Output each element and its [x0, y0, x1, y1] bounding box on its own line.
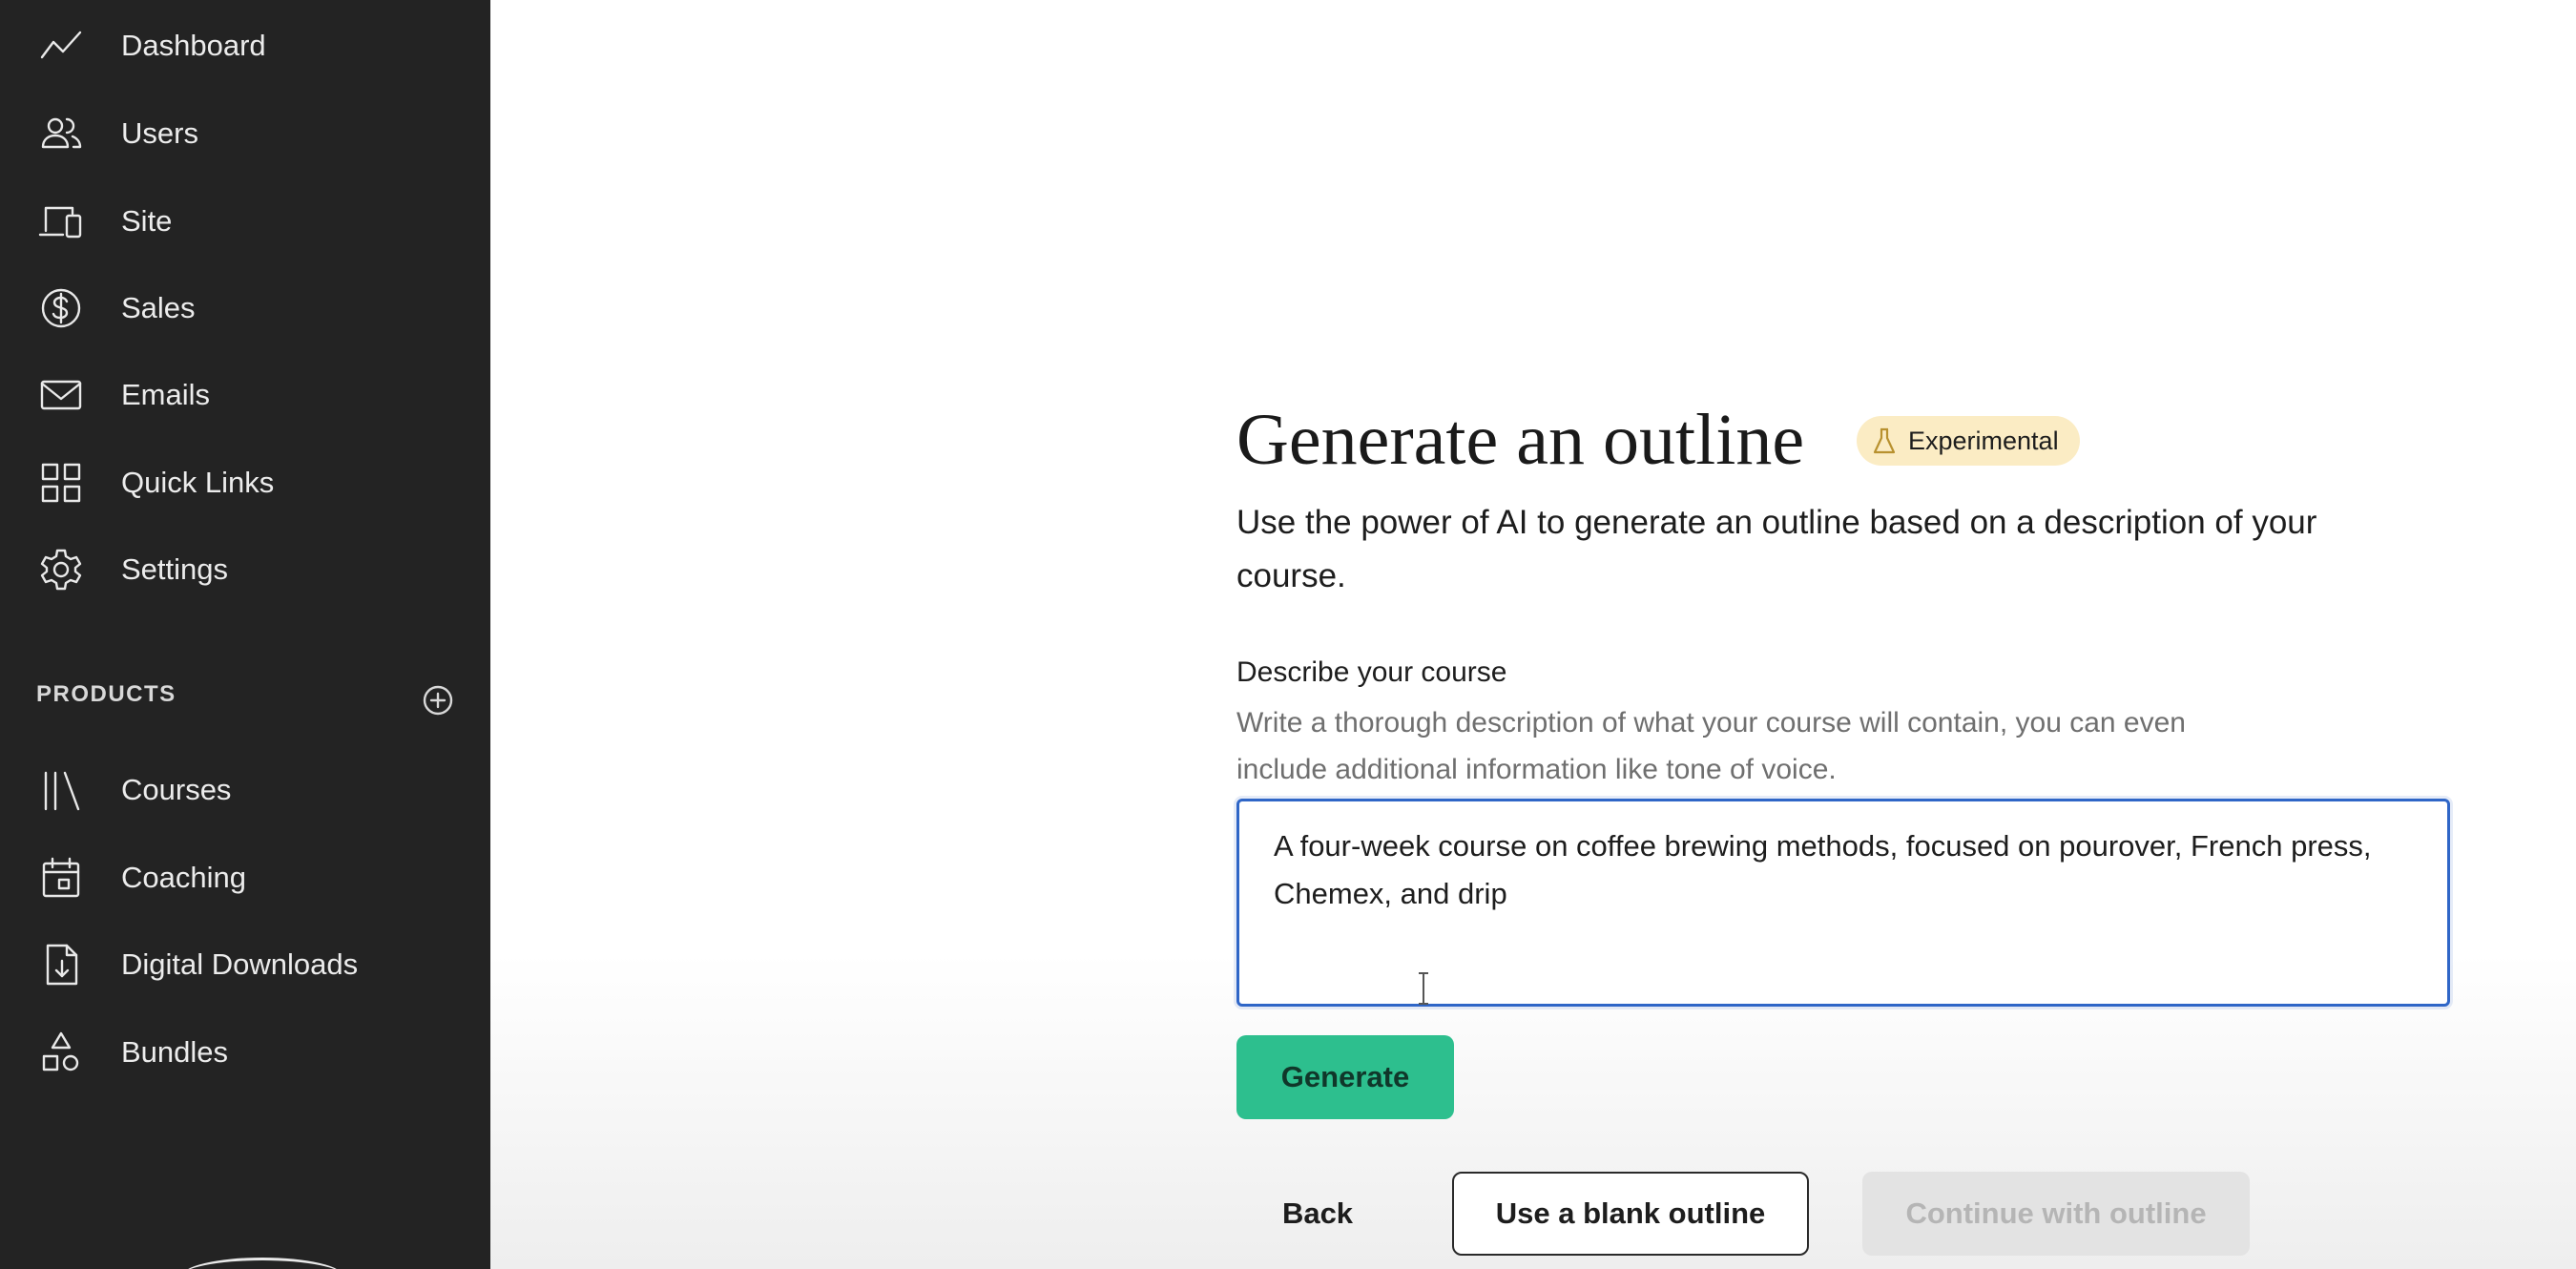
sidebar-item-emails[interactable]: Emails	[0, 357, 490, 433]
sidebar-item-digital-downloads[interactable]: Digital Downloads	[0, 926, 490, 1003]
page-title: Generate an outline	[1236, 400, 1805, 480]
grid-icon	[36, 458, 86, 508]
badge-label: Experimental	[1908, 426, 2059, 455]
sidebar-item-label: Courses	[121, 773, 232, 806]
sidebar-item-label: Bundles	[121, 1035, 229, 1069]
main-content	[490, 0, 2576, 1269]
sidebar-item-label: Users	[121, 116, 198, 150]
dollar-circle-icon	[36, 283, 86, 333]
add-product-button[interactable]	[418, 680, 458, 720]
sidebar-item-sales[interactable]: Sales	[0, 270, 490, 346]
trend-line-icon	[36, 21, 86, 71]
use-blank-outline-button[interactable]: Use a blank outline	[1452, 1172, 1809, 1256]
course-description-help: Write a thorough description of what you…	[1236, 707, 2186, 785]
sidebar-item-label: Coaching	[121, 861, 246, 894]
sidebar: Dashboard Users Site Sales Emails Quick …	[0, 0, 490, 1269]
devices-icon	[36, 197, 86, 246]
flask-icon	[1873, 427, 1896, 454]
continue-with-outline-button[interactable]: Continue with outline	[1862, 1172, 2250, 1256]
download-file-icon	[36, 940, 86, 989]
sidebar-item-label: Sales	[121, 291, 196, 324]
products-section-header: PRODUCTS	[36, 681, 177, 707]
sidebar-item-coaching[interactable]: Coaching	[0, 840, 490, 916]
sidebar-item-label: Emails	[121, 378, 211, 411]
course-description-label: Describe your course	[1236, 656, 1507, 688]
text-cursor-icon	[1416, 971, 1431, 1006]
sidebar-item-label: Settings	[121, 552, 229, 586]
back-button[interactable]: Back	[1257, 1172, 1378, 1256]
plus-circle-icon	[423, 685, 453, 716]
shapes-icon	[36, 1028, 86, 1077]
sidebar-item-users[interactable]: Users	[0, 95, 490, 172]
experimental-badge: Experimental	[1857, 416, 2080, 466]
users-icon	[36, 109, 86, 158]
sidebar-item-site[interactable]: Site	[0, 183, 490, 260]
books-icon	[36, 765, 86, 815]
sidebar-footer-arc	[181, 1258, 343, 1269]
sidebar-item-courses[interactable]: Courses	[0, 752, 490, 828]
sidebar-item-label: Site	[121, 204, 173, 238]
sidebar-item-dashboard[interactable]: Dashboard	[0, 8, 490, 84]
sidebar-item-label: Digital Downloads	[121, 947, 359, 981]
generate-button[interactable]: Generate	[1236, 1035, 1454, 1119]
sidebar-item-settings[interactable]: Settings	[0, 531, 490, 608]
envelope-icon	[36, 370, 86, 420]
sidebar-item-label: Dashboard	[121, 29, 266, 62]
calendar-icon	[36, 853, 86, 903]
gear-icon	[36, 545, 86, 594]
sidebar-item-bundles[interactable]: Bundles	[0, 1014, 490, 1091]
page-subtitle: Use the power of AI to generate an outli…	[1236, 504, 2317, 594]
sidebar-item-quick-links[interactable]: Quick Links	[0, 445, 490, 521]
sidebar-item-label: Quick Links	[121, 466, 275, 499]
